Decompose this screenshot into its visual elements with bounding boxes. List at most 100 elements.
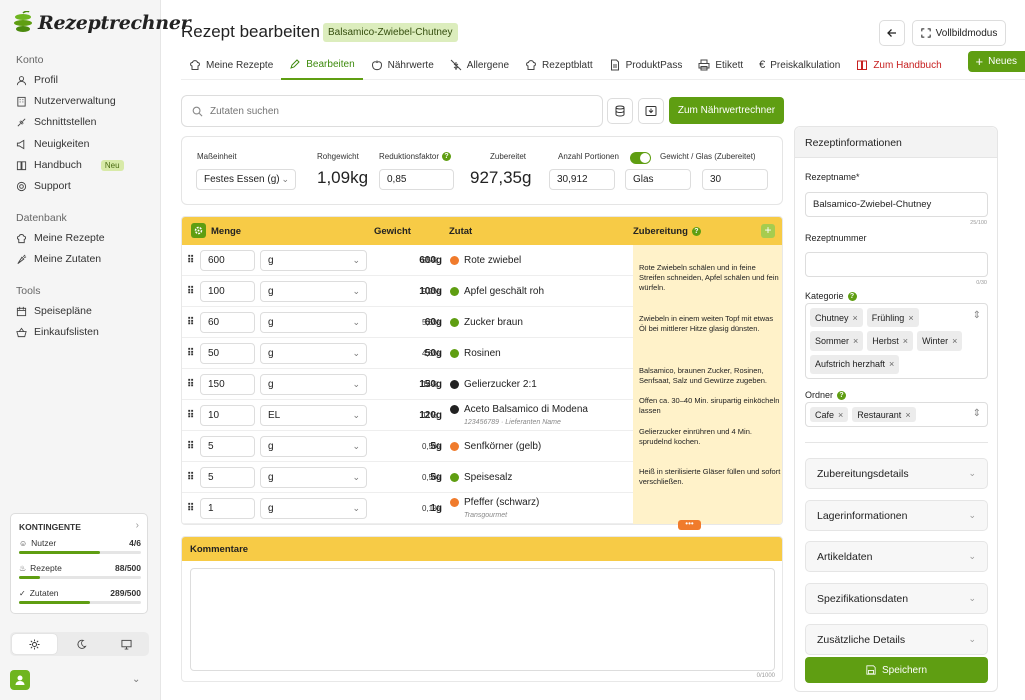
search-input[interactable] <box>210 105 510 117</box>
ingredient-name[interactable]: Rosinen <box>450 348 501 359</box>
kategorie-select[interactable]: Chutney × Frühling × Sommer × Herbst × Winte… <box>805 303 988 379</box>
portionen-input[interactable]: 30,912 <box>549 169 615 190</box>
remove-icon[interactable]: × <box>952 336 957 346</box>
table-row[interactable]: ⠿ 1 g ⌄ 1g 0,1% Pfeffer (schwarz) Transgourmet <box>182 493 633 524</box>
unit-select[interactable]: g ⌄ <box>260 250 367 271</box>
ingredient-name[interactable]: Speisesalz <box>450 472 512 483</box>
sidebar-item-speiseplaene[interactable]: Speisepläne <box>16 303 92 319</box>
save-button[interactable]: Speichern <box>805 657 988 683</box>
drag-handle-icon[interactable]: ⠿ <box>187 317 194 328</box>
kontingente-card[interactable]: KONTINGENTE › ☺ Nutzer 4/6 ♨ Rezepte 88/50… <box>10 513 148 614</box>
masseinheit-select[interactable]: Festes Essen (g) ⌄ <box>196 169 296 190</box>
ingredient-name[interactable]: Gelierzucker 2:1 <box>450 379 537 390</box>
quantity-input[interactable]: 50 <box>200 343 255 364</box>
drag-handle-icon[interactable]: ⠿ <box>187 503 194 514</box>
table-row[interactable]: ⠿ 600 g ⌄ 600g 55% Rote zwiebel <box>182 245 633 276</box>
quantity-input[interactable]: 5 <box>200 467 255 488</box>
ingredient-name[interactable]: Rote zwiebel <box>450 255 521 266</box>
gewicht-unit-input[interactable]: Glas <box>625 169 691 190</box>
help-icon[interactable]: ? <box>442 152 452 161</box>
section-zusaetzliche-details[interactable]: Zusätzliche Details ⌄ <box>805 624 988 655</box>
unit-select[interactable]: g ⌄ <box>260 436 367 457</box>
drag-handle-icon[interactable]: ⠿ <box>187 472 194 483</box>
drag-handle-icon[interactable]: ⠿ <box>187 255 194 266</box>
sidebar-item-support[interactable]: Support <box>16 178 71 194</box>
ingredient-name[interactable]: Senfkörner (gelb) <box>450 441 541 452</box>
sidebar-item-profil[interactable]: Profil <box>16 72 58 88</box>
table-row[interactable]: ⠿ 5 g ⌄ 5g 0,5% Speisesalz <box>182 462 633 493</box>
drag-handle-icon[interactable]: ⠿ <box>187 441 194 452</box>
quantity-input[interactable]: 60 <box>200 312 255 333</box>
sidebar-item-einkaufslisten[interactable]: Einkaufslisten <box>16 324 99 340</box>
sidebar-item-meine-zutaten[interactable]: Meine Zutaten <box>16 251 101 267</box>
sidebar-item-neuigkeiten[interactable]: Neuigkeiten <box>16 136 89 152</box>
naehrwertrechner-button[interactable]: Zum Nährwertrechner <box>669 97 784 124</box>
quantity-input[interactable]: 10 <box>200 405 255 426</box>
kommentare-textarea[interactable] <box>190 568 775 671</box>
sidebar-item-meine-rezepte[interactable]: Meine Rezepte <box>16 230 105 246</box>
remove-icon[interactable]: × <box>889 359 894 369</box>
tab-zum-handbuch[interactable]: Zum Handbuch <box>848 51 949 80</box>
theme-system-button[interactable] <box>104 632 149 656</box>
new-button[interactable]: + Neues <box>967 51 1025 72</box>
sidebar-item-handbuch[interactable]: Handbuch Neu <box>16 157 124 173</box>
tab-bearbeiten[interactable]: Bearbeiten <box>281 51 363 80</box>
table-row[interactable]: ⠿ 150 g ⌄ 150g 14% Gelierzucker 2:1 <box>182 369 633 400</box>
table-row[interactable]: ⠿ 100 g ⌄ 100g 9,2% Apfel geschält roh <box>182 276 633 307</box>
tab-etikett[interactable]: Etikett <box>690 51 751 80</box>
help-icon[interactable]: ? <box>847 291 857 301</box>
table-row[interactable]: ⠿ 60 g ⌄ 60g 5,5% Zucker braun <box>182 307 633 338</box>
remove-icon[interactable]: × <box>905 410 910 420</box>
quantity-input[interactable]: 5 <box>200 436 255 457</box>
unit-select[interactable]: g ⌄ <box>260 374 367 395</box>
remove-icon[interactable]: × <box>908 313 913 323</box>
gewicht-value-input[interactable]: 30 <box>702 169 768 190</box>
section-zubereitungsdetails[interactable]: Zubereitungsdetails ⌄ <box>805 458 988 489</box>
unit-select[interactable]: g ⌄ <box>260 281 367 302</box>
ingredient-name[interactable]: Zucker braun <box>450 317 523 328</box>
tab-preiskalkulation[interactable]: € Preiskalkulation <box>751 51 848 80</box>
help-icon[interactable]: ? <box>837 390 847 400</box>
unit-select[interactable]: g ⌄ <box>260 343 367 364</box>
add-step-button[interactable]: + <box>761 224 775 238</box>
recipe-number-input[interactable] <box>805 252 988 277</box>
sidebar-item-schnittstellen[interactable]: Schnittstellen <box>16 114 96 130</box>
chevron-down-icon[interactable]: ⌄ <box>132 674 140 685</box>
sidebar-item-nutzerverwaltung[interactable]: Nutzerverwaltung <box>16 93 116 109</box>
theme-light-button[interactable] <box>12 634 57 654</box>
tab-allergene[interactable]: Allergene <box>442 51 517 80</box>
quantity-input[interactable]: 100 <box>200 281 255 302</box>
settings-button[interactable] <box>191 223 206 238</box>
portionen-toggle[interactable] <box>630 152 651 164</box>
remove-icon[interactable]: × <box>853 336 858 346</box>
section-artikeldaten[interactable]: Artikeldaten ⌄ <box>805 541 988 572</box>
drag-handle-icon[interactable]: ⠿ <box>187 348 194 359</box>
tab-meine-rezepte[interactable]: Meine Rezepte <box>181 51 281 80</box>
reduktion-input[interactable]: 0,85 <box>379 169 454 190</box>
remove-icon[interactable]: × <box>853 313 858 323</box>
table-row[interactable]: ⠿ 10 EL ⌄ 120g 11% Aceto Balsamico di Modena 12… <box>182 400 633 431</box>
import-button[interactable] <box>638 98 664 124</box>
ingredient-name[interactable]: Pfeffer (schwarz) <box>450 497 539 508</box>
more-button[interactable]: ••• <box>678 520 701 530</box>
quantity-input[interactable]: 150 <box>200 374 255 395</box>
table-row[interactable]: ⠿ 50 g ⌄ 50g 4,6% Rosinen <box>182 338 633 369</box>
unit-select[interactable]: g ⌄ <box>260 467 367 488</box>
fullscreen-button[interactable]: Vollbildmodus <box>912 20 1006 46</box>
drag-handle-icon[interactable]: ⠿ <box>187 286 194 297</box>
drag-handle-icon[interactable]: ⠿ <box>187 379 194 390</box>
section-spezifikationsdaten[interactable]: Spezifikationsdaten ⌄ <box>805 583 988 614</box>
ingredient-search[interactable] <box>181 95 603 127</box>
remove-icon[interactable]: × <box>903 336 908 346</box>
ordner-select[interactable]: Cafe × Restaurant × ⇕ <box>805 402 988 427</box>
section-lagerinformationen[interactable]: Lagerinformationen ⌄ <box>805 500 988 531</box>
help-icon[interactable]: ? <box>691 227 701 236</box>
quantity-input[interactable]: 1 <box>200 498 255 519</box>
drag-handle-icon[interactable]: ⠿ <box>187 410 194 421</box>
back-button[interactable] <box>879 20 905 46</box>
ingredient-name[interactable]: Aceto Balsamico di Modena <box>450 404 588 415</box>
tab-produktpass[interactable]: ProduktPass <box>601 51 691 80</box>
tab-naehrwerte[interactable]: Nährwerte <box>363 51 442 80</box>
table-row[interactable]: ⠿ 5 g ⌄ 5g 0,5% Senfkörner (gelb) <box>182 431 633 462</box>
unit-select[interactable]: EL ⌄ <box>260 405 367 426</box>
